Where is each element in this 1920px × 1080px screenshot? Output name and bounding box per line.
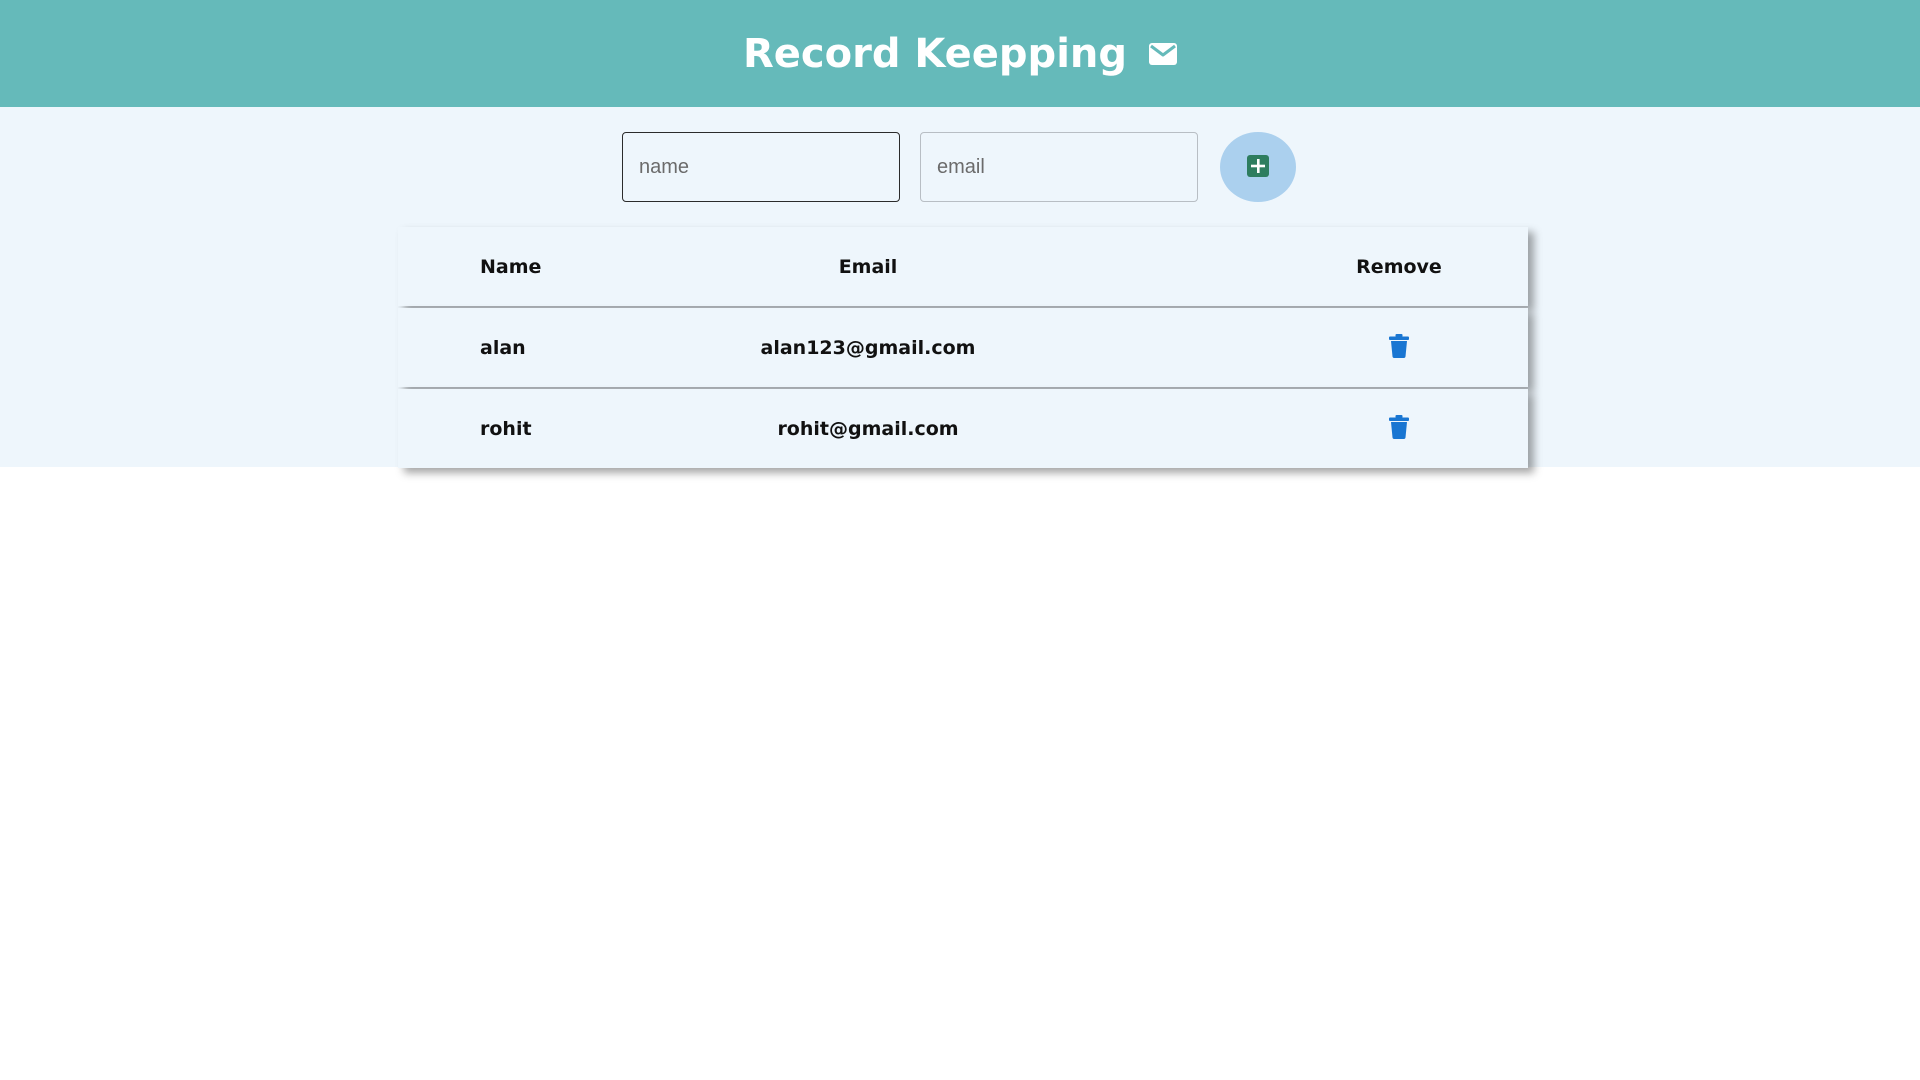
column-header-email: Email — [838, 255, 898, 278]
row-remove-cell — [1354, 308, 1444, 387]
row-email: rohit@gmail.com — [777, 417, 959, 440]
table-row: rohit rohit@gmail.com — [398, 389, 1528, 468]
mail-icon — [1149, 42, 1178, 65]
row-email: alan123@gmail.com — [760, 336, 976, 359]
row-name: rohit — [480, 417, 532, 440]
column-header-name: Name — [480, 255, 542, 278]
trash-icon — [1389, 334, 1409, 361]
app-header: Record Keepping — [0, 0, 1920, 107]
email-input[interactable] — [920, 132, 1198, 202]
page-title: Record Keepping — [742, 30, 1128, 77]
trash-icon — [1389, 415, 1409, 442]
row-remove-cell — [1354, 389, 1444, 468]
row-name: alan — [480, 336, 526, 359]
add-record-button[interactable] — [1220, 132, 1296, 202]
table-header-row: Name Email Remove — [398, 227, 1528, 306]
records-table: Name Email Remove alan alan123@gmail.com… — [398, 227, 1528, 470]
table-row: alan alan123@gmail.com — [398, 308, 1528, 387]
name-input[interactable] — [622, 132, 900, 202]
plus-square-icon — [1247, 154, 1269, 180]
column-header-remove: Remove — [1356, 255, 1442, 278]
remove-record-button[interactable] — [1387, 334, 1411, 361]
remove-record-button[interactable] — [1387, 415, 1411, 442]
